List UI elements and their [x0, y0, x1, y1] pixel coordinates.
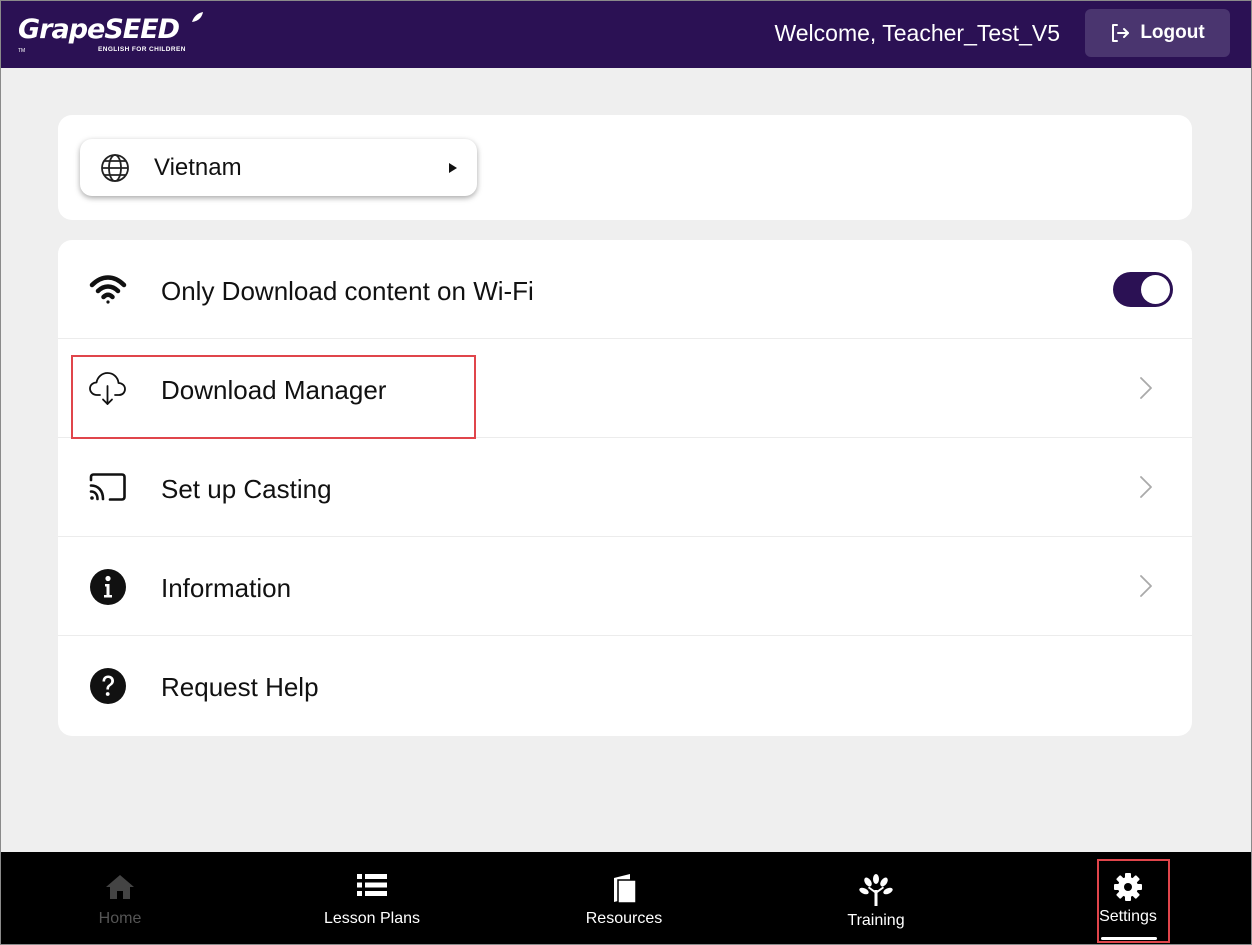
list-icon	[357, 874, 387, 896]
wifi-icon	[89, 275, 127, 304]
logo-trademark: TM	[18, 48, 26, 54]
cloud-download-icon	[89, 372, 126, 405]
region-selector[interactable]: Vietnam	[80, 139, 477, 196]
logout-icon	[1112, 24, 1130, 42]
nav-home[interactable]: Home	[40, 852, 200, 945]
grapeseed-logo: GrapeSEED TM ENGLISH FOR CHILDREN	[18, 10, 208, 58]
casting-row[interactable]: Set up Casting	[58, 438, 1192, 537]
logo-tagline: ENGLISH FOR CHILDREN	[98, 46, 186, 53]
help-icon	[90, 668, 126, 704]
download-manager-row[interactable]: Download Manager	[58, 339, 1192, 438]
nav-resources[interactable]: Resources	[544, 852, 704, 945]
chevron-right-icon	[1140, 377, 1152, 399]
settings-list: Only Download content on Wi-Fi Download …	[58, 240, 1192, 736]
information-label: Information	[161, 573, 292, 603]
wifi-only-row: Only Download content on Wi-Fi	[58, 240, 1192, 339]
nav-lesson-plans-label: Lesson Plans	[323, 910, 421, 927]
logout-button[interactable]: Logout	[1085, 9, 1230, 57]
app-header: GrapeSEED TM ENGLISH FOR CHILDREN Welcom…	[0, 0, 1252, 68]
nav-settings-label: Settings	[1099, 908, 1157, 925]
logout-label: Logout	[1140, 22, 1205, 43]
cast-icon	[89, 473, 126, 501]
nav-resources-label: Resources	[585, 910, 663, 927]
info-icon	[90, 569, 126, 605]
welcome-text: Welcome, Teacher_Test_V5	[774, 20, 1060, 46]
region-card: Vietnam	[58, 115, 1192, 220]
bottom-navigation: Home Lesson Plans Resources Training Set…	[0, 852, 1252, 945]
wifi-only-toggle[interactable]	[1113, 272, 1173, 307]
wifi-only-label: Only Download content on Wi-Fi	[161, 276, 534, 306]
leaf-icon	[192, 12, 203, 22]
nav-training-label: Training	[847, 912, 905, 929]
nav-lesson-plans[interactable]: Lesson Plans	[292, 852, 452, 945]
caret-right-icon	[449, 163, 457, 173]
book-icon	[614, 874, 637, 904]
region-label: Vietnam	[154, 154, 242, 181]
home-icon	[106, 875, 134, 899]
request-help-label: Request Help	[161, 672, 319, 702]
nav-home-label: Home	[98, 910, 142, 927]
chevron-right-icon	[1140, 476, 1152, 498]
request-help-row[interactable]: Request Help	[58, 636, 1192, 735]
active-tab-indicator	[1101, 937, 1157, 940]
globe-icon	[101, 154, 129, 182]
toggle-knob	[1141, 275, 1170, 304]
nav-settings[interactable]: Settings	[1048, 852, 1208, 945]
chevron-right-icon	[1140, 575, 1152, 597]
tree-icon	[859, 874, 893, 906]
information-row[interactable]: Information	[58, 537, 1192, 636]
download-manager-label: Download Manager	[161, 375, 387, 405]
nav-training[interactable]: Training	[796, 852, 956, 945]
logo-wordmark: GrapeSEED	[18, 14, 180, 45]
casting-label: Set up Casting	[161, 474, 332, 504]
gear-icon	[1114, 873, 1142, 901]
